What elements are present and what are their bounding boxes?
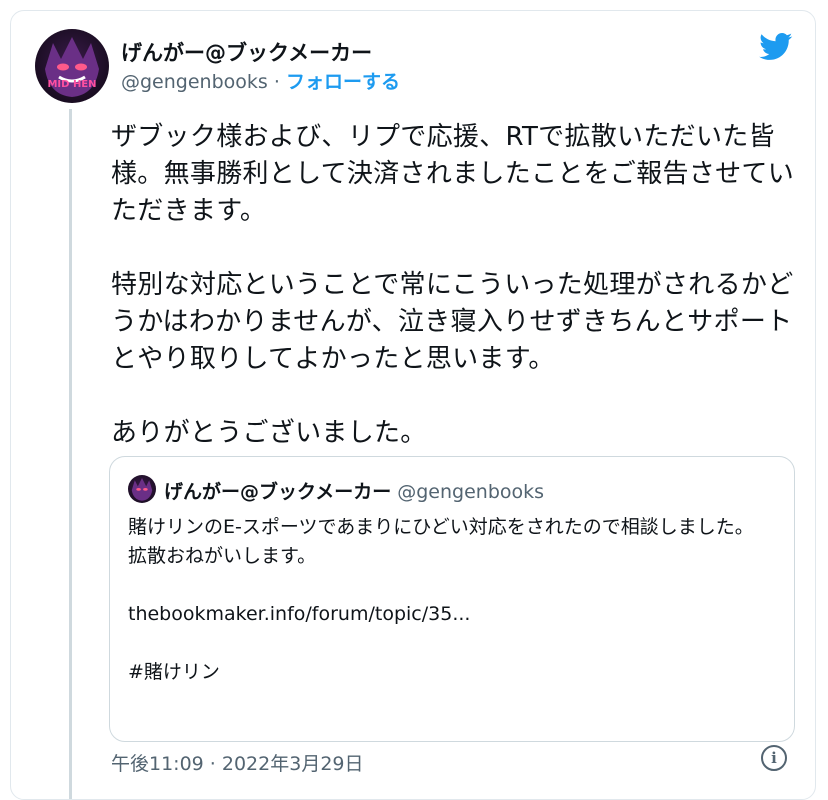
follow-button[interactable]: フォローする: [286, 71, 400, 93]
handle[interactable]: @gengenbooks: [121, 71, 268, 93]
quoted-avatar: [128, 475, 156, 503]
quoted-tweet[interactable]: げんがー@ブックメーカー @gengenbooks 賭けリンのE-スポーツであまり…: [109, 456, 795, 742]
quoted-name-row: げんがー@ブックメーカー @gengenbooks: [164, 477, 544, 504]
display-name[interactable]: げんがー@ブックメーカー: [121, 37, 372, 67]
handle-row: @gengenbooks · フォローする: [121, 67, 400, 94]
gengar-avatar-icon: [45, 37, 99, 97]
tweet-card: MID HEN げんがー@ブックメーカー @gengenbooks · フォロー…: [10, 10, 816, 800]
info-icon[interactable]: i: [761, 745, 787, 771]
tweet-body: ザブック様および、リプで応援、RTで拡散いただいた皆様。無事勝利として決済されま…: [111, 122, 795, 448]
separator: ·: [273, 71, 280, 93]
gengar-avatar-icon: [131, 478, 153, 501]
timestamp[interactable]: 午後11:09 · 2022年3月29日: [111, 749, 364, 776]
avatar-caption: MID HEN: [47, 79, 97, 90]
quoted-handle: @gengenbooks: [397, 481, 545, 503]
thread-line: [69, 109, 72, 799]
quoted-body: 賭けリンのE-スポーツであまりにひどい対応をされたので相談しました。 拡散おねが…: [128, 516, 754, 683]
twitter-bird-icon[interactable]: [759, 33, 793, 61]
quoted-display-name: げんがー@ブックメーカー: [164, 481, 392, 503]
avatar[interactable]: MID HEN: [35, 29, 109, 103]
